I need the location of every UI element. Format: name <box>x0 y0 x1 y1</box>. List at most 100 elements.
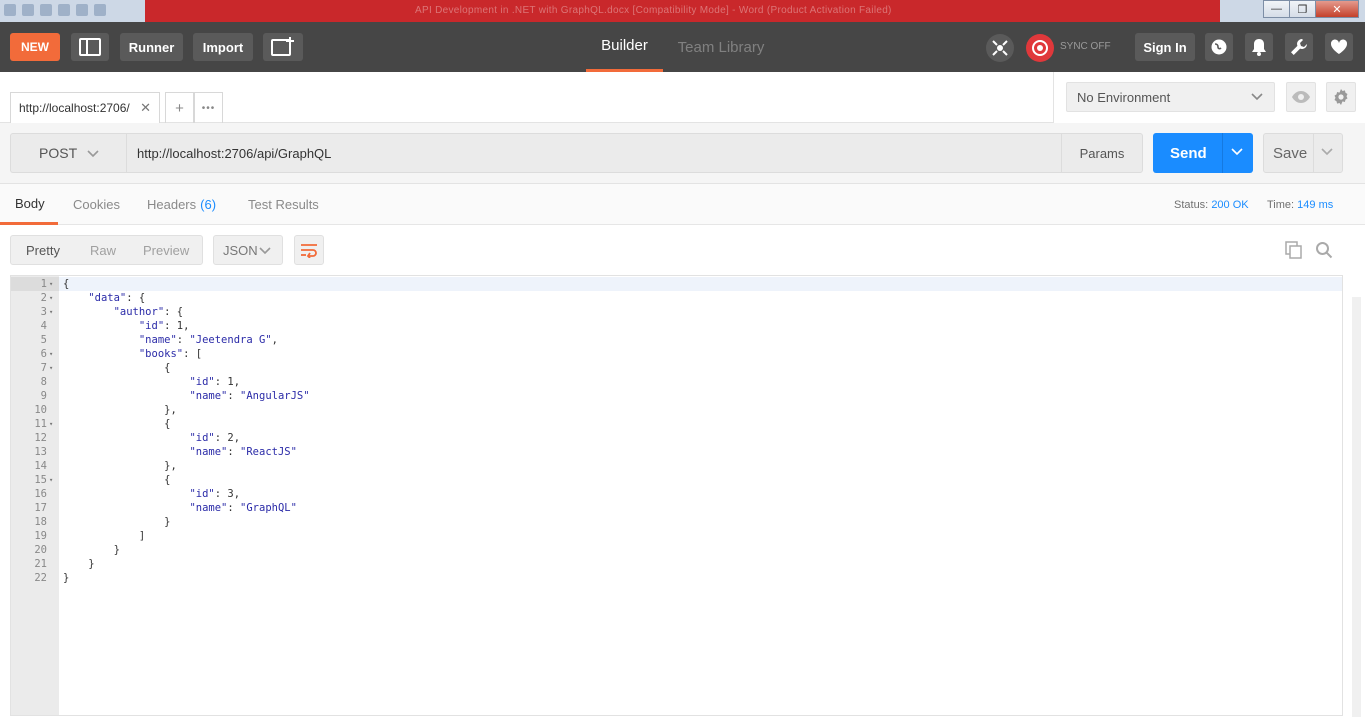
quick-access-toolbar <box>4 4 106 16</box>
tab-builder[interactable]: Builder <box>586 22 663 72</box>
response-body-editor[interactable]: 1 ▾{2 ▾ "data": {3 ▾ "author": {4 "id": 1, 5… <box>10 275 1343 716</box>
line-number: 16 <box>34 488 47 500</box>
sign-in-button[interactable]: Sign In <box>1135 33 1195 61</box>
code-text: "id": 2, <box>189 432 241 444</box>
code-line: 17 "name": "GraphQL" <box>11 501 1342 515</box>
code-line: 7 ▾ { <box>11 361 1342 375</box>
new-window-button[interactable] <box>263 33 303 61</box>
fold-arrow-icon[interactable]: ▾ <box>49 291 57 305</box>
format-raw-button[interactable]: Raw <box>90 236 116 264</box>
save-options-chevron-icon[interactable] <box>1320 145 1334 159</box>
search-response-button[interactable] <box>1314 240 1334 260</box>
format-toggle-group: Pretty Raw Preview <box>10 235 203 265</box>
send-button[interactable]: Send <box>1153 133 1253 173</box>
add-tab-button[interactable]: + <box>165 92 194 123</box>
code-line: 12 "id": 2, <box>11 431 1342 445</box>
code-text: { <box>63 418 171 430</box>
language-select[interactable]: JSON <box>213 235 283 265</box>
tab-headers-label: Headers <box>147 197 197 212</box>
line-number: 1 <box>40 278 47 290</box>
tab-body[interactable]: Body <box>0 184 58 225</box>
new-button[interactable]: NEW <box>10 33 60 61</box>
code-text: "author": { <box>113 306 184 318</box>
tab-cookies[interactable]: Cookies <box>73 184 120 225</box>
line-number: 12 <box>34 432 47 444</box>
request-tabs-bar: http://localhost:2706/ ✕ + ••• No Enviro… <box>0 72 1365 123</box>
close-tab-icon[interactable]: ✕ <box>140 100 151 116</box>
sync-button[interactable] <box>1026 34 1054 62</box>
code-text: } <box>63 516 171 528</box>
params-button[interactable]: Params <box>1061 133 1143 173</box>
code-text: "id": 3, <box>189 488 241 500</box>
fold-arrow-icon[interactable]: ▾ <box>49 305 57 319</box>
code-line: 16 "id": 3, <box>11 487 1342 501</box>
code-text: ] <box>63 530 146 542</box>
close-window-button[interactable]: ✕ <box>1315 0 1359 18</box>
globe-icon <box>1211 39 1227 55</box>
code-text: { <box>63 278 70 290</box>
minimize-button[interactable]: — <box>1263 0 1290 18</box>
window-title-bar: API Development in .NET with GraphQL.doc… <box>0 0 1365 22</box>
fold-arrow-icon[interactable]: ▾ <box>49 347 57 361</box>
line-number: 14 <box>34 460 47 472</box>
code-text: "books": [ <box>138 348 203 360</box>
tab-team-library[interactable]: Team Library <box>671 22 771 72</box>
response-status: Status: 200 OK <box>1174 199 1249 211</box>
request-tab-title: http://localhost:2706/ <box>19 101 130 115</box>
manage-environments-button[interactable] <box>1326 82 1356 112</box>
tab-test-results[interactable]: Test Results <box>248 184 319 225</box>
import-button[interactable]: Import <box>193 33 253 61</box>
runner-button[interactable]: Runner <box>120 33 183 61</box>
fold-arrow-icon[interactable]: ▾ <box>49 473 57 487</box>
wrap-lines-icon <box>301 244 317 258</box>
page-scrollbar[interactable] <box>1352 297 1361 717</box>
bell-icon <box>1252 39 1266 56</box>
eye-icon <box>1292 91 1310 103</box>
globe-button[interactable] <box>1205 33 1233 61</box>
format-pretty-button[interactable]: Pretty <box>26 236 60 264</box>
code-text: } <box>63 572 70 584</box>
line-number: 7 <box>40 362 47 374</box>
new-window-icon <box>271 37 294 56</box>
request-tab[interactable]: http://localhost:2706/ ✕ <box>10 92 160 123</box>
code-text: "data": { <box>88 292 146 304</box>
line-number: 10 <box>34 404 47 416</box>
method-select[interactable]: POST <box>10 133 126 173</box>
save-button[interactable]: Save <box>1263 133 1343 173</box>
fold-arrow-icon[interactable]: ▾ <box>49 417 57 431</box>
code-line: 4 "id": 1, <box>11 319 1342 333</box>
line-number: 11 <box>34 418 47 430</box>
code-line: 19 ] <box>11 529 1342 543</box>
line-number: 6 <box>40 348 47 360</box>
response-tabs-bar: Body Cookies Headers (6) Test Results St… <box>0 184 1365 225</box>
line-number: 13 <box>34 446 47 458</box>
environment-quick-look-button[interactable] <box>1286 82 1316 112</box>
app-header: NEW Runner Import Builder Team Library S… <box>0 22 1365 72</box>
line-number: 4 <box>40 320 47 332</box>
line-number: 2 <box>40 292 47 304</box>
wrap-lines-button[interactable] <box>294 235 324 265</box>
notifications-button[interactable] <box>1245 33 1273 61</box>
fold-arrow-icon[interactable]: ▾ <box>49 361 57 375</box>
settings-button[interactable] <box>1285 33 1313 61</box>
code-text: { <box>63 474 171 486</box>
restore-button[interactable]: ❐ <box>1289 0 1316 18</box>
code-line: 1 ▾ { <box>11 277 1342 291</box>
chevron-down-icon <box>87 150 99 158</box>
sync-status-label: SYNC OFF <box>1060 41 1111 52</box>
send-label: Send <box>1170 144 1207 162</box>
tab-headers[interactable]: Headers (6) <box>147 184 216 225</box>
fold-arrow-icon[interactable]: ▾ <box>49 277 57 291</box>
sidebar-toggle-button[interactable] <box>71 33 109 61</box>
format-preview-button[interactable]: Preview <box>143 236 189 264</box>
copy-response-button[interactable] <box>1284 240 1304 260</box>
more-tabs-button[interactable]: ••• <box>194 92 223 123</box>
send-options-chevron-icon[interactable] <box>1230 145 1244 159</box>
url-input[interactable]: http://localhost:2706/api/GraphQL <box>126 133 1062 173</box>
code-text: "name": "AngularJS" <box>189 390 310 402</box>
interceptor-button[interactable] <box>986 34 1014 62</box>
favorites-button[interactable] <box>1325 33 1353 61</box>
environment-select[interactable]: No Environment <box>1066 82 1275 112</box>
code-line: 11 ▾ { <box>11 417 1342 431</box>
method-label: POST <box>39 145 78 161</box>
